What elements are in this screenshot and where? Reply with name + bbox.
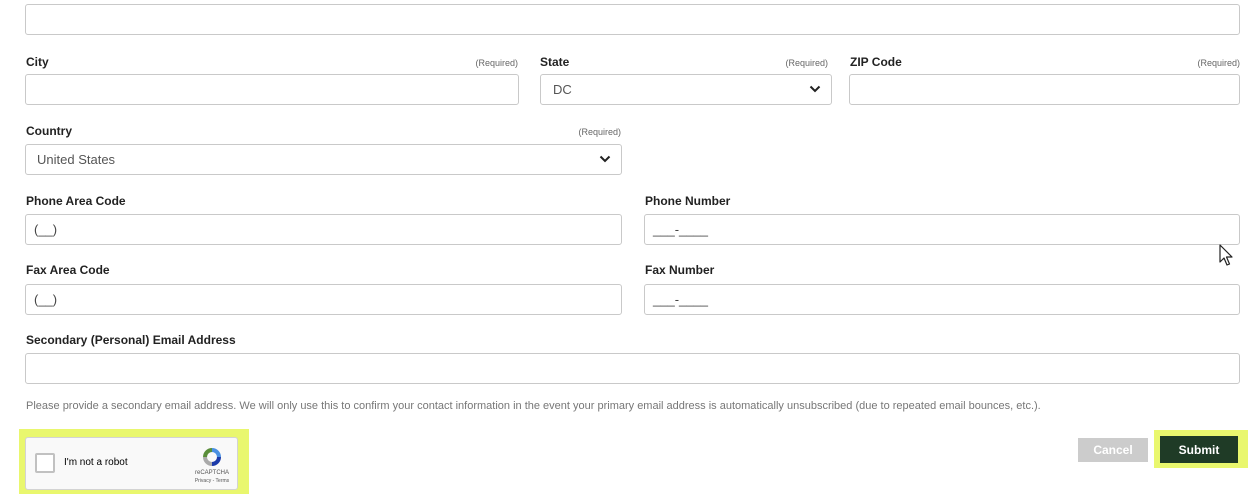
country-select[interactable]: United States xyxy=(25,144,622,175)
recaptcha-logo-icon xyxy=(203,448,221,466)
secondary-email-input[interactable] xyxy=(25,353,1240,384)
city-required: (Required) xyxy=(475,58,518,68)
recaptcha-checkbox[interactable] xyxy=(35,453,55,473)
phone-area-input[interactable]: (__) xyxy=(25,214,622,245)
chevron-down-icon xyxy=(809,85,821,93)
phone-number-input[interactable]: ___-____ xyxy=(644,214,1240,245)
zip-input[interactable] xyxy=(849,74,1240,105)
country-selected-value: United States xyxy=(37,152,116,167)
fax-area-input[interactable]: (__) xyxy=(25,284,622,315)
recaptcha-links[interactable]: Privacy - Terms xyxy=(186,478,238,484)
state-select[interactable]: DC xyxy=(540,74,832,105)
cursor-icon xyxy=(1219,244,1233,266)
fax-area-mask: (__) xyxy=(34,292,58,307)
phone-area-mask: (__) xyxy=(34,222,58,237)
city-label: City xyxy=(26,55,49,69)
secondary-email-label: Secondary (Personal) Email Address xyxy=(26,333,236,347)
submit-button[interactable]: Submit xyxy=(1160,436,1238,463)
cancel-button[interactable]: Cancel xyxy=(1078,438,1148,462)
state-required: (Required) xyxy=(785,58,828,68)
fax-number-input[interactable]: ___-____ xyxy=(644,284,1240,315)
chevron-down-icon xyxy=(599,155,611,163)
phone-number-mask: ___-____ xyxy=(653,222,708,237)
fax-number-mask: ___-____ xyxy=(653,292,708,307)
state-selected-value: DC xyxy=(553,82,572,97)
phone-area-label: Phone Area Code xyxy=(26,194,126,208)
fax-number-label: Fax Number xyxy=(645,263,715,277)
city-input[interactable] xyxy=(25,74,519,105)
zip-label: ZIP Code xyxy=(850,55,902,69)
recaptcha-label: I'm not a robot xyxy=(64,457,128,468)
state-label: State xyxy=(540,55,570,69)
country-required: (Required) xyxy=(578,127,621,137)
recaptcha-brand: reCAPTCHA xyxy=(194,470,229,476)
fax-area-label: Fax Area Code xyxy=(26,263,110,277)
recaptcha-widget: I'm not a robot reCAPTCHA Privacy - Term… xyxy=(25,437,238,490)
address-input[interactable] xyxy=(25,4,1240,35)
zip-required: (Required) xyxy=(1197,58,1240,68)
phone-number-label: Phone Number xyxy=(645,194,731,208)
country-label: Country xyxy=(26,124,72,138)
secondary-email-help-text: Please provide a secondary email address… xyxy=(26,400,1041,412)
